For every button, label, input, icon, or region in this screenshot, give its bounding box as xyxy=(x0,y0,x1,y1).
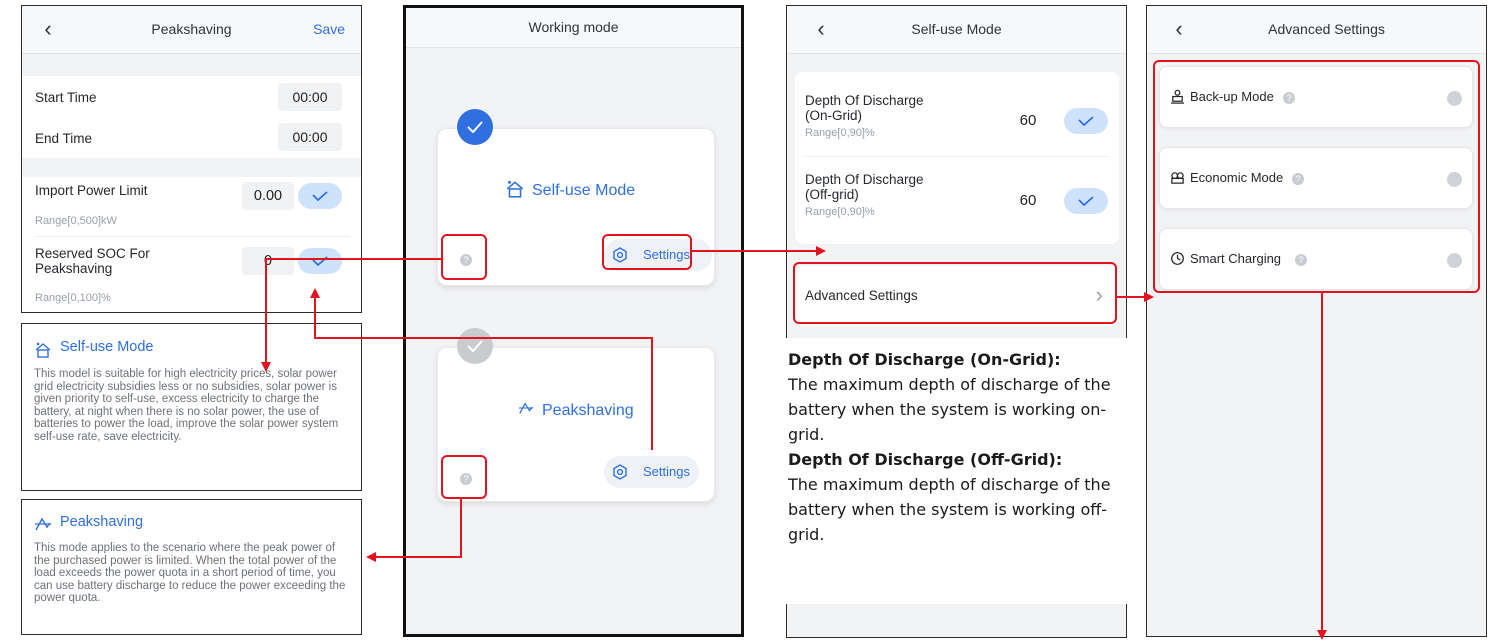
peakshaving-settings-button[interactable]: Settings xyxy=(604,456,699,488)
end-time-picker[interactable]: 00:00 xyxy=(278,123,342,151)
selfuse-description-text: This model is suitable for high electric… xyxy=(34,368,339,443)
dod-on-grid-explanation: The maximum depth of discharge of the ba… xyxy=(788,375,1111,444)
reserved-soc-input[interactable]: 0 xyxy=(242,247,294,275)
page-title: Advanced Settings xyxy=(1268,21,1385,37)
check-icon xyxy=(312,191,328,201)
time-section: Start Time 00:00 End Time 00:00 xyxy=(22,76,361,158)
reserved-soc-confirm-button[interactable] xyxy=(298,248,342,274)
end-time-label: End Time xyxy=(35,131,93,146)
working-mode-screen: Working mode Self-use Mode ? Settings Pe… xyxy=(403,5,744,637)
peakshaving-unselected-check[interactable] xyxy=(457,328,493,364)
settings-highlight-box xyxy=(602,234,692,270)
dod-off-grid-heading: Depth Of Discharge (Off-Grid): xyxy=(788,450,1063,469)
dod-on-grid-label-line2: (On-Grid) xyxy=(805,108,862,123)
peakshaving-icon xyxy=(518,402,534,414)
check-icon xyxy=(467,121,483,133)
dod-on-grid-range: Range[0,90]% xyxy=(805,127,875,139)
divider xyxy=(805,156,1109,157)
home-solar-icon xyxy=(35,342,51,358)
peakshaving-description-text: This mode applies to the scenario where … xyxy=(34,542,346,605)
import-power-confirm-button[interactable] xyxy=(298,183,342,209)
navigation-bar: ‹ Peakshaving Save xyxy=(22,6,361,54)
power-section: Import Power Limit 0.00 Range[0,500]kW R… xyxy=(22,177,361,312)
help-highlight-box xyxy=(441,455,487,499)
peakshaving-icon xyxy=(35,517,51,531)
selfuse-description-panel: Self-use Mode This model is suitable for… xyxy=(21,323,362,491)
dod-off-grid-label-line2: (Off-grid) xyxy=(805,187,859,202)
depth-of-discharge-card: Depth Of Discharge (On-Grid) Range[0,90]… xyxy=(795,72,1119,244)
start-time-label: Start Time xyxy=(35,90,97,105)
divider xyxy=(35,236,350,237)
dod-off-grid-input[interactable]: 60 xyxy=(1002,187,1054,215)
selfuse-screen-bottom xyxy=(786,604,1127,638)
advanced-settings-highlight-box xyxy=(793,262,1117,324)
page-title: Self-use Mode xyxy=(911,21,1002,37)
advanced-options-highlight-box xyxy=(1153,60,1480,293)
selfuse-description-title: Self-use Mode xyxy=(60,339,154,355)
check-icon xyxy=(1078,116,1094,126)
import-power-range: Range[0,500]kW xyxy=(35,215,117,227)
settings-label: Settings xyxy=(643,464,690,479)
reserved-soc-range: Range[0,100]% xyxy=(35,292,111,304)
page-title: Working mode xyxy=(528,19,619,35)
peakshaving-mode-title: Peakshaving xyxy=(542,402,634,419)
page-title: Peakshaving xyxy=(151,21,232,37)
check-icon xyxy=(467,340,483,352)
peakshaving-description-panel: Peakshaving This mode applies to the sce… xyxy=(21,499,362,635)
dod-off-grid-confirm-button[interactable] xyxy=(1064,188,1108,214)
start-time-picker[interactable]: 00:00 xyxy=(278,83,342,111)
import-power-limit-input[interactable]: 0.00 xyxy=(242,182,294,210)
dod-explanation: Depth Of Discharge (On-Grid): The maximu… xyxy=(788,347,1128,547)
navigation-bar: ‹ Self-use Mode xyxy=(787,6,1126,54)
help-highlight-box xyxy=(441,234,487,280)
dod-off-grid-explanation: The maximum depth of discharge of the ba… xyxy=(788,475,1111,544)
selfuse-mode-title: Self-use Mode xyxy=(532,182,636,199)
peakshaving-settings-screen: ‹ Peakshaving Save Start Time 00:00 End … xyxy=(21,5,362,313)
dod-on-grid-confirm-button[interactable] xyxy=(1064,108,1108,134)
dod-on-grid-input[interactable]: 60 xyxy=(1002,107,1054,135)
save-button[interactable]: Save xyxy=(313,21,345,37)
check-icon xyxy=(312,256,328,266)
check-icon xyxy=(1078,196,1094,206)
gear-icon xyxy=(613,464,627,480)
dod-on-grid-label-line1: Depth Of Discharge xyxy=(805,93,924,108)
dod-off-grid-range: Range[0,90]% xyxy=(805,206,875,218)
home-solar-icon xyxy=(506,180,524,198)
peakshaving-description-title: Peakshaving xyxy=(60,514,144,530)
selfuse-selected-check[interactable] xyxy=(457,109,493,145)
import-power-limit-label: Import Power Limit xyxy=(35,183,148,198)
dod-on-grid-heading: Depth Of Discharge (On-Grid): xyxy=(788,350,1061,369)
dod-off-grid-label-line1: Depth Of Discharge xyxy=(805,172,924,187)
reserved-soc-label-line1: Reserved SOC For xyxy=(35,246,150,261)
reserved-soc-label-line2: Peakshaving xyxy=(35,261,113,276)
navigation-bar: ‹ Advanced Settings xyxy=(1147,6,1486,54)
navigation-bar: Working mode xyxy=(406,8,741,48)
